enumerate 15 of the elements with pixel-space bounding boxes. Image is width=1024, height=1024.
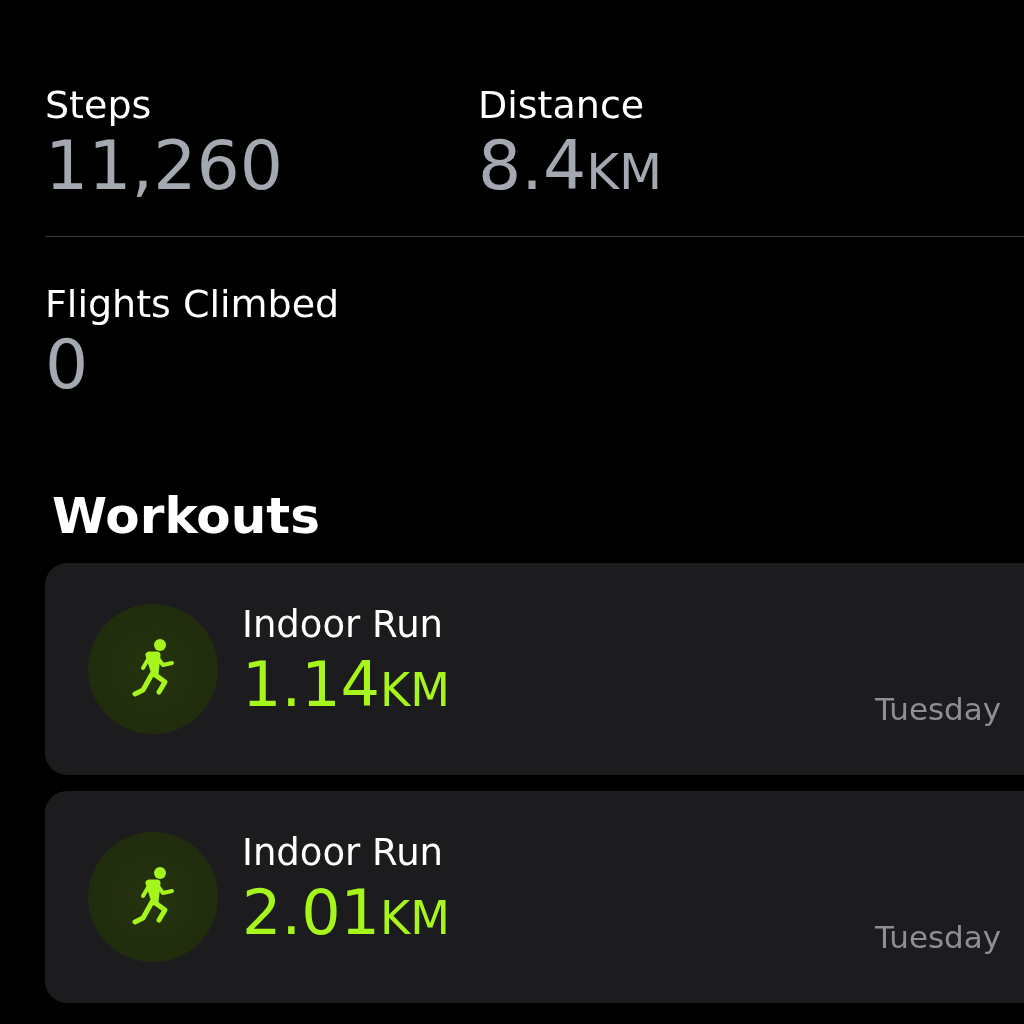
workout-card[interactable]: Indoor Run 2.01KM Tuesday — [45, 791, 1024, 1003]
metric-value: 0 — [45, 327, 90, 403]
workout-day: Tuesday — [875, 691, 1002, 727]
workout-distance: 1.14KM — [242, 647, 450, 723]
metric-value: 8.4KM — [478, 128, 664, 207]
workout-card[interactable]: Indoor Run 1.14KM Tuesday — [45, 563, 1024, 775]
workout-name: Indoor Run — [242, 829, 445, 876]
section-title: Workouts — [52, 486, 321, 547]
metric-label: Steps — [45, 82, 153, 128]
workout-distance: 2.01KM — [242, 875, 450, 951]
metric-label: Flights Climbed — [45, 281, 341, 327]
metric-label: Distance — [478, 82, 646, 128]
workout-day: Tuesday — [875, 919, 1002, 955]
metric-value: 11,260 — [45, 128, 284, 204]
workout-name: Indoor Run — [242, 601, 445, 648]
